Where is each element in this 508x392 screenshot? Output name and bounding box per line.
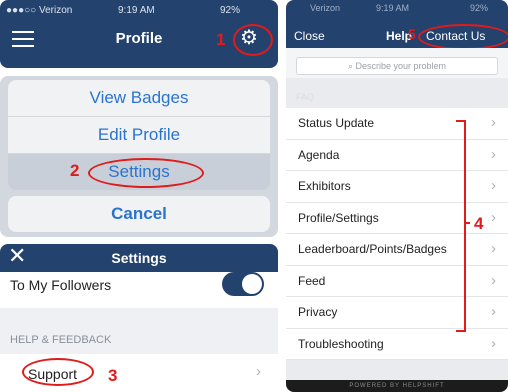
annotation-bracket-tick [464, 222, 470, 224]
chevron-right-icon: › [491, 145, 496, 163]
chevron-right-icon: › [256, 363, 261, 380]
settings-title: Settings [111, 250, 167, 266]
annotation-number-1: 1 [216, 30, 226, 49]
action-sheet-panel: View Badges Edit Profile Settings 2 Canc… [0, 76, 278, 237]
faq-item-label: Leaderboard/Points/Badges [298, 242, 447, 256]
help-header: Verizon 9:19 AM 92% Close Help 5 Contact… [286, 0, 508, 50]
faq-item-label: Agenda [298, 147, 340, 162]
settings-panel: ✕ Settings To My Followers HELP & FEEDBA… [0, 244, 278, 392]
faq-item[interactable]: Troubleshooting › [286, 329, 508, 360]
faq-item[interactable]: Feed › [286, 266, 508, 297]
chevron-right-icon: › [491, 177, 496, 194]
faq-list: Status Update › Agenda › Exhibitors › Profi… [286, 108, 508, 360]
faq-item[interactable]: Leaderboard/Points/Badges › [286, 234, 508, 266]
faq-item[interactable]: Exhibitors › [286, 171, 508, 203]
edit-profile-button[interactable]: Edit Profile [8, 117, 270, 153]
faq-item-label: Feed [298, 273, 326, 288]
search-placeholder: Describe your problem [355, 61, 447, 71]
annotation-number-5: 5 [408, 26, 416, 42]
time-label: 9:19 AM [118, 5, 155, 16]
faq-section-header: FAQ [296, 92, 315, 102]
help-panel: Verizon 9:19 AM 92% Close Help 5 Contact… [286, 0, 508, 392]
profile-header-panel: ●●●○○ Verizon 9:19 AM 92% Profile 1 ⚙ [0, 0, 278, 68]
powered-by-footer: POWERED BY HELPSHIFT [286, 380, 508, 392]
faq-item-label: Exhibitors [298, 179, 351, 193]
section-header: HELP & FEEDBACK [10, 334, 112, 346]
help-carrier-label: Verizon [310, 3, 341, 13]
annotation-circle-support [22, 358, 94, 386]
chevron-right-icon: › [491, 303, 496, 320]
close-button[interactable]: Close [294, 29, 325, 43]
annotation-circle-settings [88, 158, 204, 188]
faq-item-label: Troubleshooting [298, 336, 384, 351]
help-battery-label: 92% [470, 3, 489, 13]
faq-item-label: Profile/Settings [298, 210, 379, 225]
annotation-number-2: 2 [70, 161, 80, 180]
battery-label: 92% [220, 5, 241, 16]
help-time-label: 9:19 AM [376, 3, 410, 13]
chevron-right-icon: › [491, 208, 496, 226]
status-bar: ●●●○○ Verizon 9:19 AM 92% [0, 0, 278, 22]
gear-icon[interactable]: ⚙ [240, 28, 258, 48]
chevron-right-icon: › [491, 240, 496, 257]
annotation-number-4: 4 [474, 214, 484, 233]
annotation-circle-contact [418, 24, 508, 50]
search-icon: ⌕ [347, 61, 356, 71]
followers-label: To My Followers [10, 277, 112, 293]
faq-item-label: Privacy [298, 305, 338, 319]
carrier-label: ●●●○○ Verizon [6, 5, 73, 16]
annotation-bracket [456, 120, 466, 332]
chevron-right-icon: › [491, 271, 496, 289]
followers-row: To My Followers [0, 272, 278, 308]
cancel-button[interactable]: Cancel [8, 196, 270, 232]
view-badges-button[interactable]: View Badges [8, 80, 270, 116]
settings-header: ✕ Settings [0, 244, 278, 272]
faq-item[interactable]: Status Update › [286, 108, 508, 140]
chevron-right-icon: › [491, 114, 496, 131]
search-input[interactable]: ⌕ Describe your problem [296, 57, 498, 75]
followers-toggle[interactable] [222, 272, 264, 296]
annotation-number-3: 3 [108, 366, 118, 385]
faq-item-label: Status Update [298, 116, 375, 130]
chevron-right-icon: › [491, 334, 496, 352]
faq-item[interactable]: Privacy › [286, 297, 508, 329]
faq-item[interactable]: Agenda › [286, 140, 508, 171]
